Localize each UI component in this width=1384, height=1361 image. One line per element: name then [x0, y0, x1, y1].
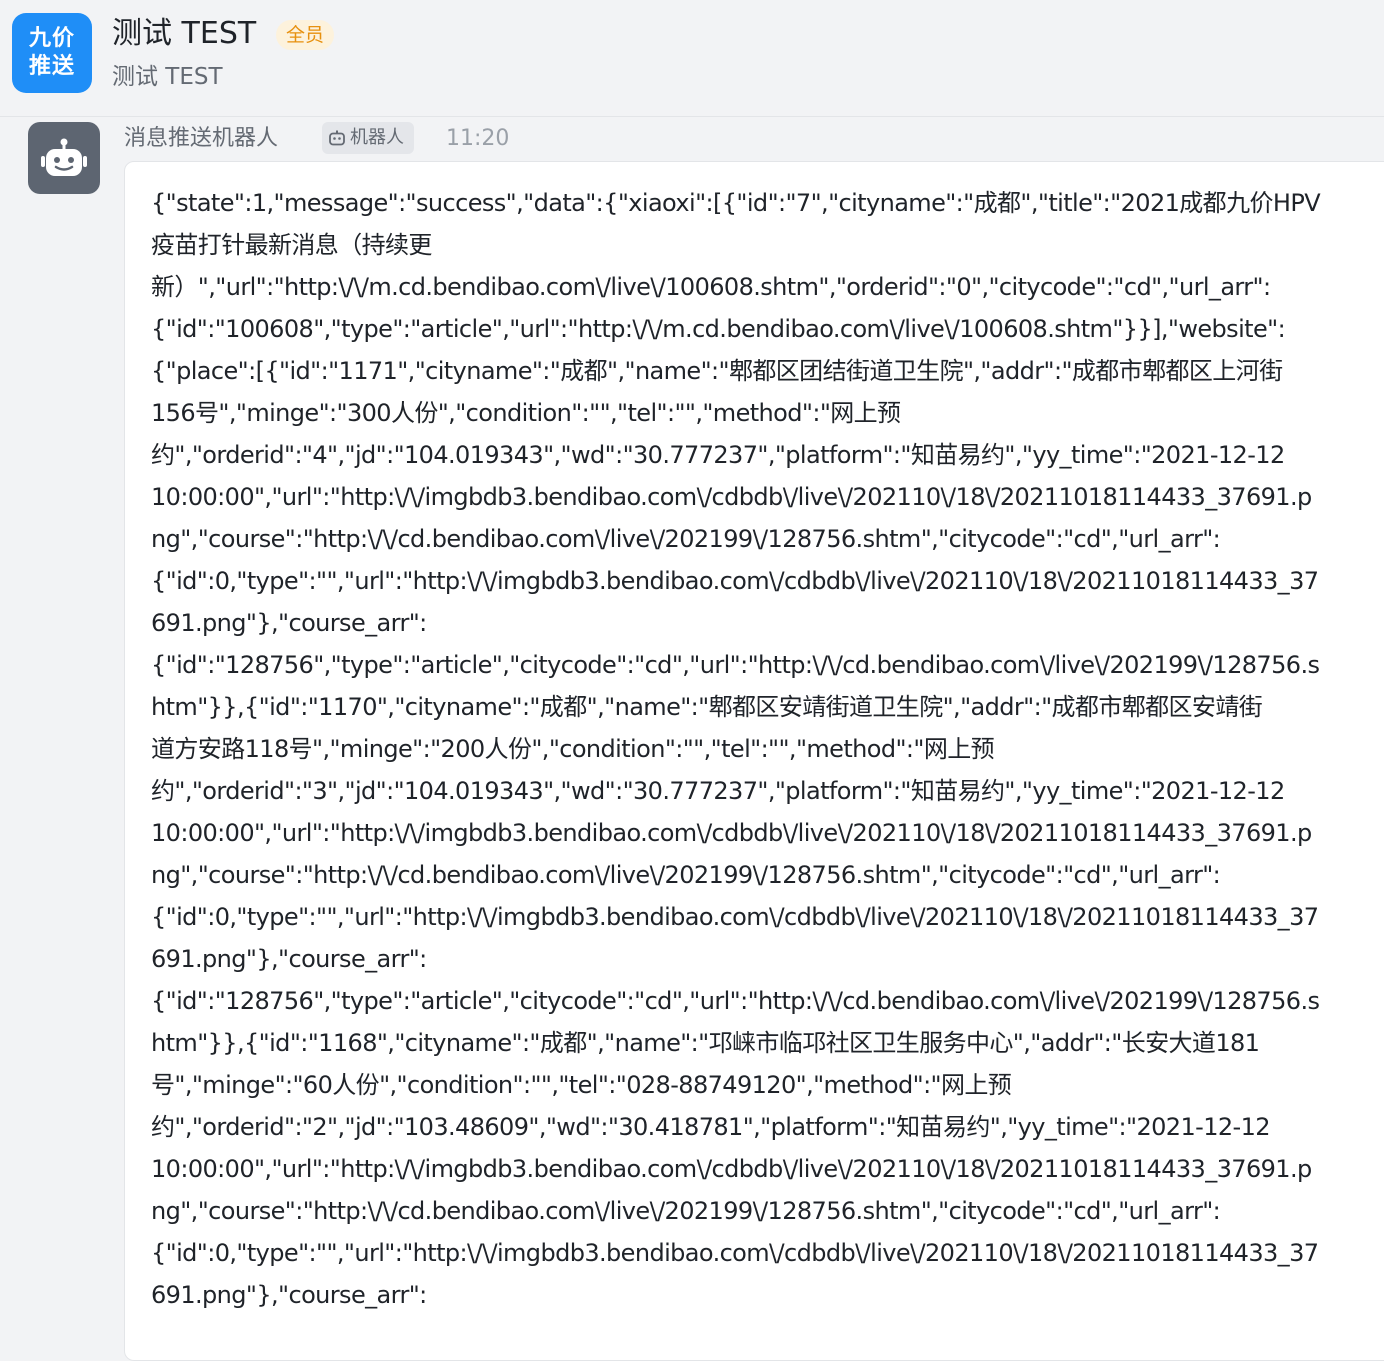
message-line: htm"}},{"id":"1168","cityname":"成都","nam…	[151, 1029, 1260, 1057]
message-line: ng","course":"http:\/\/cd.bendibao.com\/…	[151, 861, 1221, 889]
message-line: htm"}},{"id":"1170","cityname":"成都","nam…	[151, 693, 1263, 721]
message-line: 10:00:00","url":"http:\/\/imgbdb3.bendib…	[151, 819, 1312, 847]
message-line: 约","orderid":"4","jd":"104.019343","wd":…	[151, 441, 1285, 469]
message-line: 号","minge":"60人份","condition":"","tel":"…	[151, 1071, 1012, 1099]
message-line: {"id":"100608","type":"article","url":"h…	[151, 315, 1286, 343]
message-line: {"id":"128756","type":"article","citycod…	[151, 651, 1320, 679]
message-line: 691.png"},"course_arr":	[151, 1281, 427, 1309]
message-text: {"state":1,"message":"success","data":{"…	[151, 182, 1384, 1316]
message-line: {"id":0,"type":"","url":"http:\/\/imgbdb…	[151, 1239, 1319, 1267]
message-line: 10:00:00","url":"http:\/\/imgbdb3.bendib…	[151, 483, 1312, 511]
group-avatar-line1: 九价	[28, 26, 75, 51]
message-line: {"id":0,"type":"","url":"http:\/\/imgbdb…	[151, 567, 1319, 595]
member-badge: 全员	[276, 20, 335, 50]
bot-tag-label: 机器人	[350, 127, 404, 148]
message-line: ng","course":"http:\/\/cd.bendibao.com\/…	[151, 1197, 1221, 1225]
message-line: 10:00:00","url":"http:\/\/imgbdb3.bendib…	[151, 1155, 1312, 1183]
message-line: 691.png"},"course_arr":	[151, 945, 427, 973]
message-line: {"place":[{"id":"1171","cityname":"成都","…	[151, 357, 1283, 385]
message-bubble[interactable]: {"state":1,"message":"success","data":{"…	[124, 161, 1384, 1361]
message-line: {"state":1,"message":"success","data":{"…	[151, 189, 1321, 217]
group-avatar[interactable]: 九价 推送	[12, 13, 92, 93]
message-line: 疫苗打针最新消息（持续更	[151, 231, 432, 259]
message-line: 新）","url":"http:\/\/m.cd.bendibao.com\/l…	[151, 273, 1271, 301]
group-avatar-line2: 推送	[28, 54, 75, 79]
message-line: 156号","minge":"300人份","condition":"","te…	[151, 399, 901, 427]
message-time: 11:20	[446, 126, 510, 151]
message-line: ng","course":"http:\/\/cd.bendibao.com\/…	[151, 525, 1221, 553]
message-line: {"id":0,"type":"","url":"http:\/\/imgbdb…	[151, 903, 1319, 931]
bot-avatar[interactable]	[28, 122, 100, 194]
group-subtitle: 测试 TEST	[112, 64, 223, 90]
message-line: 约","orderid":"3","jd":"104.019343","wd":…	[151, 777, 1285, 805]
chat-header: 九价 推送 测试 TEST 全员 测试 TEST	[0, 0, 1384, 117]
message-line: {"id":"128756","type":"article","citycod…	[151, 987, 1320, 1015]
bot-tag: 机器人	[322, 122, 414, 154]
robot-icon	[329, 130, 345, 146]
message-line: 691.png"},"course_arr":	[151, 609, 427, 637]
robot-icon	[41, 138, 87, 176]
message-line: 道方安路118号","minge":"200人份","condition":""…	[151, 735, 995, 763]
group-title[interactable]: 测试 TEST	[112, 16, 256, 52]
sender-name[interactable]: 消息推送机器人	[124, 124, 278, 154]
message-line: 约","orderid":"2","jd":"103.48609","wd":"…	[151, 1113, 1271, 1141]
